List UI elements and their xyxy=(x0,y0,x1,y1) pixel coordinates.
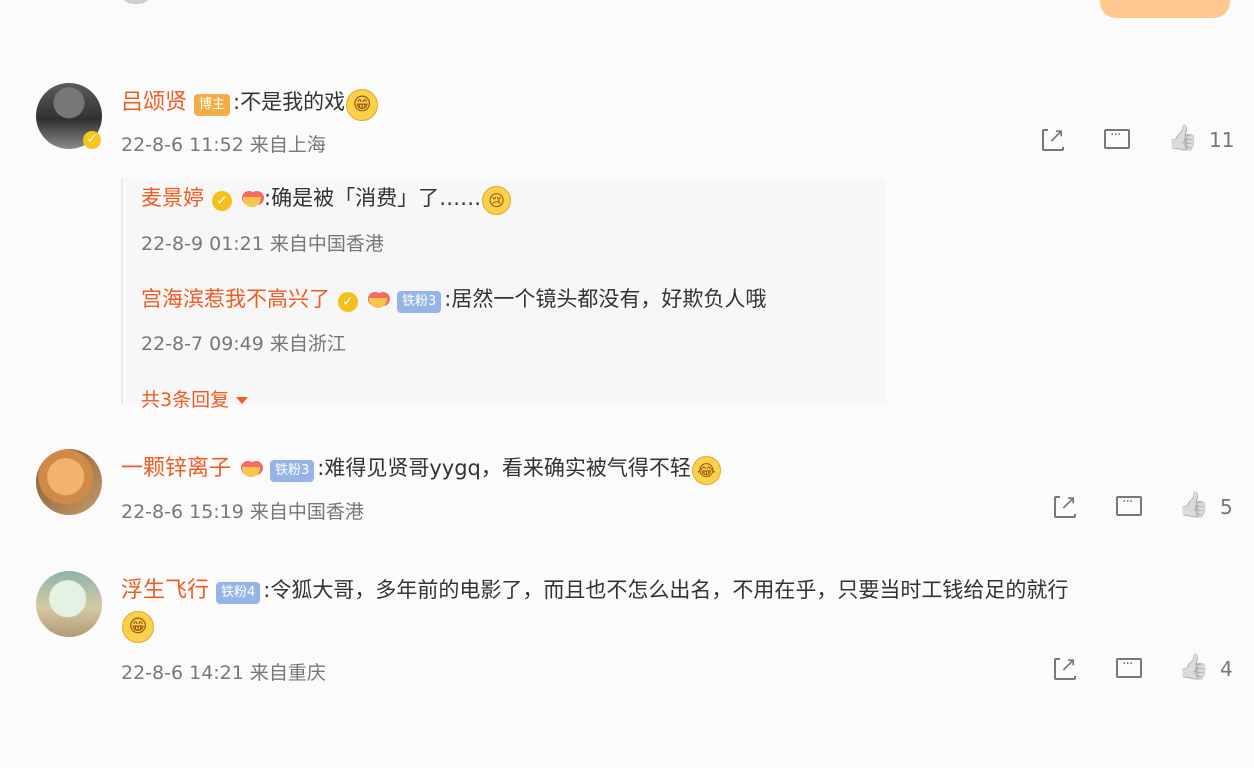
comment-header: 一颗锌离子 铁粉3:难得见贤哥yygq，看来确实被气得不轻 😂 xyxy=(121,450,721,485)
comment-text: :令狐大哥，多年前的电影了，而且也不怎么出名，不用在乎，只要当时工钱给足的就行 xyxy=(263,578,1069,602)
heart-badge-icon xyxy=(364,290,390,312)
top-avatar-fragment xyxy=(118,0,154,4)
avatar[interactable] xyxy=(36,449,102,515)
share-icon xyxy=(1050,652,1080,683)
reply-meta: 22-8-9 01:21 来自中国香港 xyxy=(141,229,384,256)
verified-icon: ✓ xyxy=(83,131,101,149)
fan-level-badge: 铁粉3 xyxy=(397,290,442,313)
like-button[interactable]: 4 xyxy=(1176,655,1233,683)
comment-text: :难得见贤哥yygq，看来确实被气得不轻 xyxy=(317,456,691,480)
comment-text: :不是我的戏 xyxy=(233,90,346,114)
share-button[interactable] xyxy=(1038,123,1068,154)
reply-text: :居然一个镜头都没有，好欺负人哦 xyxy=(444,287,767,311)
reply-divider xyxy=(121,178,123,404)
reply-text: :确是被「消费」了…… xyxy=(264,186,482,210)
reply-header: 宫海滨惹我不高兴了 ✓ 铁粉3:居然一个镜头都没有，好欺负人哦 xyxy=(141,283,766,313)
reply-button[interactable] xyxy=(1102,126,1132,154)
like-button[interactable]: 11 xyxy=(1165,126,1234,154)
laugh-cry-emoji-icon: 😂 xyxy=(691,456,721,485)
share-button[interactable] xyxy=(1050,652,1080,683)
comment-location: 来自重庆 xyxy=(249,662,326,684)
grin-emoji-icon: 😁 xyxy=(346,88,379,121)
username-link[interactable]: 一颗锌离子 xyxy=(121,456,231,481)
reply-time: 22-8-7 09:49 xyxy=(141,333,264,355)
reply-location: 来自浙江 xyxy=(269,333,346,355)
reply-time: 22-8-9 01:21 xyxy=(141,233,264,255)
like-icon xyxy=(1165,126,1195,154)
reply-button[interactable] xyxy=(1114,493,1144,521)
comment-meta: 22-8-6 11:52 来自上海 xyxy=(121,130,326,157)
bottom-partial-text xyxy=(500,752,750,768)
comment-emoji-line: 😁 xyxy=(121,611,154,643)
comment-time: 22-8-6 15:19 xyxy=(121,501,244,523)
more-replies-label: 共3条回复 xyxy=(141,389,230,411)
like-count: 11 xyxy=(1209,128,1235,152)
reply-header: 麦景婷 ✓ :确是被「消费」了…… 😢 xyxy=(141,182,512,215)
avatar[interactable] xyxy=(36,571,102,637)
share-icon xyxy=(1038,123,1068,154)
top-action-button[interactable] xyxy=(1100,0,1230,18)
like-icon xyxy=(1176,493,1206,521)
comment-location: 来自上海 xyxy=(249,134,326,156)
comment-location: 来自中国香港 xyxy=(249,501,364,523)
verified-icon: ✓ xyxy=(212,190,232,211)
comment-time: 22-8-6 11:52 xyxy=(121,134,244,156)
like-button[interactable]: 5 xyxy=(1176,493,1233,521)
share-icon xyxy=(1050,490,1080,521)
comment-icon xyxy=(1114,493,1144,521)
like-count: 4 xyxy=(1220,657,1233,681)
reply-username-link[interactable]: 宫海滨惹我不高兴了 xyxy=(141,287,330,311)
heart-badge-icon xyxy=(238,189,264,211)
comment-header: 浮生飞行 铁粉4:令狐大哥，多年前的电影了，而且也不怎么出名，不用在乎，只要当时工… xyxy=(121,572,1231,604)
sad-emoji-icon: 😢 xyxy=(482,186,512,215)
heart-badge-icon xyxy=(237,459,263,481)
username-link[interactable]: 浮生飞行 xyxy=(121,578,209,603)
comment-icon xyxy=(1114,655,1144,683)
chevron-down-icon xyxy=(236,397,249,404)
reply-location: 来自中国香港 xyxy=(269,233,384,255)
share-button[interactable] xyxy=(1050,490,1080,521)
reply-meta: 22-8-7 09:49 来自浙江 xyxy=(141,329,346,356)
more-replies-link[interactable]: 共3条回复 xyxy=(141,385,249,412)
reply-username-link[interactable]: 麦景婷 xyxy=(141,186,204,210)
verified-icon: ✓ xyxy=(338,291,358,312)
comment-header: 吕颂贤 博主:不是我的戏 😁 xyxy=(121,84,379,121)
username-link[interactable]: 吕颂贤 xyxy=(121,90,187,115)
author-badge: 博主 xyxy=(194,93,231,116)
reply-button[interactable] xyxy=(1114,655,1144,683)
grin-emoji-icon: 😁 xyxy=(122,611,154,643)
fan-level-badge: 铁粉4 xyxy=(216,581,261,604)
like-icon xyxy=(1176,655,1206,683)
comment-time: 22-8-6 14:21 xyxy=(121,662,244,684)
comment-meta: 22-8-6 14:21 来自重庆 xyxy=(121,658,326,685)
comment-meta: 22-8-6 15:19 来自中国香港 xyxy=(121,497,364,524)
fan-level-badge: 铁粉3 xyxy=(270,459,315,482)
like-count: 5 xyxy=(1220,495,1233,519)
comment-icon xyxy=(1102,126,1132,154)
